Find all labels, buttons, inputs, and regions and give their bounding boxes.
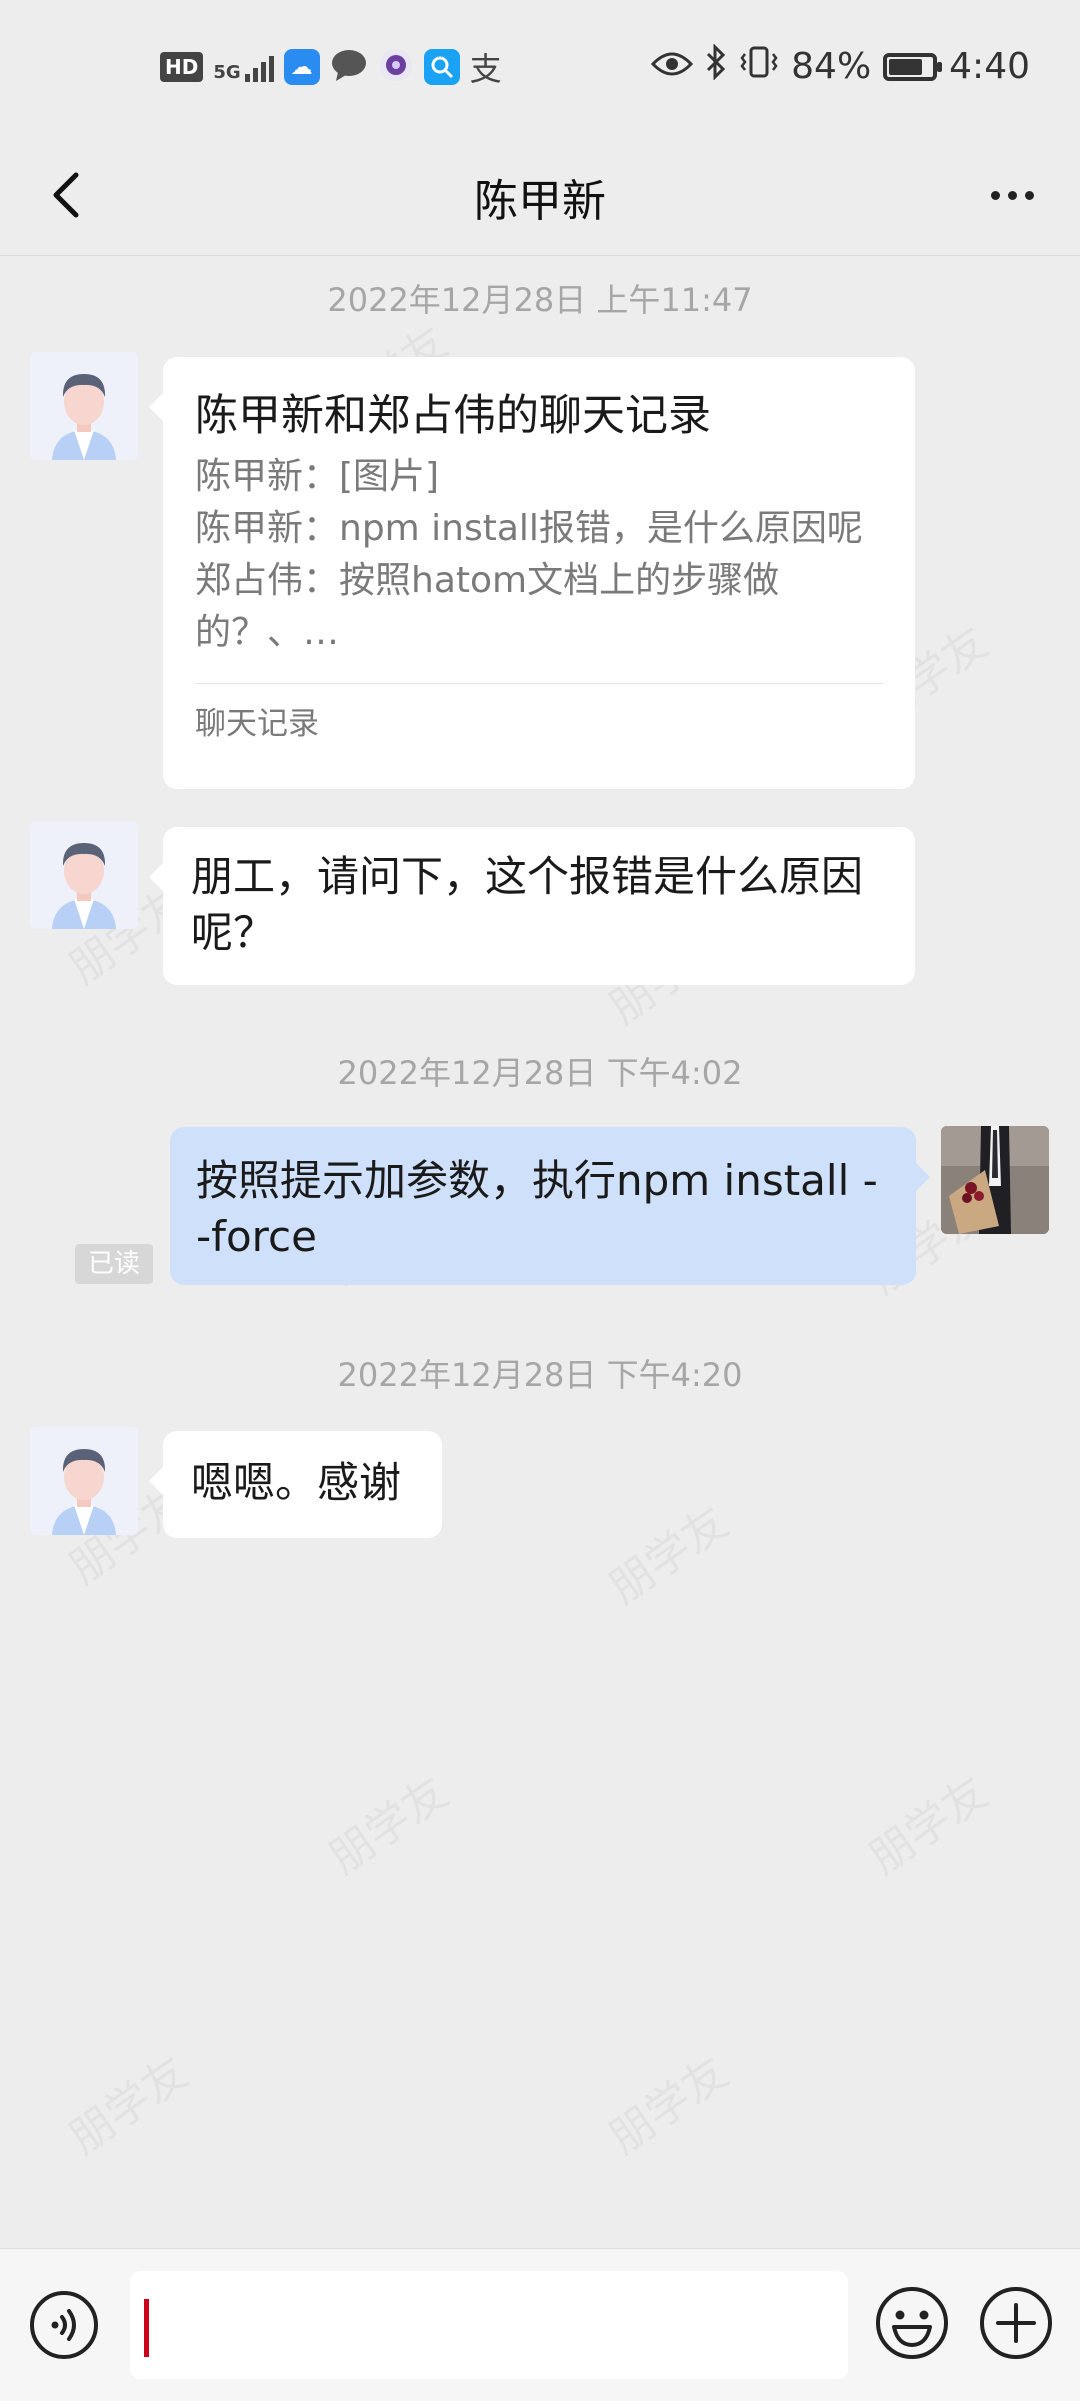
person-avatar-icon xyxy=(30,821,138,929)
battery-percent: 84% xyxy=(791,46,872,87)
bluetooth-icon xyxy=(705,43,727,89)
chat-record-title: 陈甲新和郑占伟的聊天记录 xyxy=(195,391,711,441)
message-bubble-incoming[interactable]: 朋工，请问下，这个报错是什么原因呢？ xyxy=(149,827,915,985)
chat-record-preview: 陈甲新：[图片] 陈甲新：npm install报错，是什么原因呢 郑占伟：按照… xyxy=(195,451,883,659)
more-dots-icon xyxy=(990,190,1000,200)
person-avatar-icon xyxy=(30,1427,138,1535)
message-input-bar xyxy=(0,2248,1080,2401)
my-avatar[interactable] xyxy=(941,1126,1049,1234)
card-divider xyxy=(195,683,883,684)
status-bar-right: 84% 4:40 xyxy=(651,43,1030,89)
watermark-text: 朋学友 xyxy=(594,1488,739,1616)
chat-record-card[interactable]: 陈甲新和郑占伟的聊天记录 陈甲新：[图片] 陈甲新：npm install报错，… xyxy=(149,357,915,789)
status-bar: HD 5G ☁ 支 84% 4:40 xyxy=(0,0,1080,135)
message-timestamp: 2022年12月28日 上午11:47 xyxy=(327,281,753,319)
message-timestamp: 2022年12月28日 下午4:20 xyxy=(337,1356,743,1394)
chat-record-line: 郑占伟：按照hatom文档上的步骤做 xyxy=(195,560,780,601)
alipay-icon: 支 xyxy=(469,50,502,88)
voice-input-button[interactable] xyxy=(28,2289,100,2361)
read-receipt-badge: 已读 xyxy=(75,1244,153,1284)
message-app-icon xyxy=(330,48,368,86)
vibrate-icon xyxy=(739,45,779,88)
watermark-text: 朋学友 xyxy=(314,1758,459,1886)
message-text: 嗯嗯。感谢 xyxy=(191,1458,402,1507)
chat-record-line: 陈甲新：[图片] xyxy=(195,456,440,497)
network-type: 5G xyxy=(213,62,241,83)
status-bar-left: HD 5G ☁ 支 xyxy=(160,44,502,90)
message-bubble-outgoing[interactable]: 按照提示加参数，执行npm install --force xyxy=(170,1127,930,1285)
voice-icon xyxy=(30,2291,98,2359)
avatar[interactable] xyxy=(30,352,138,460)
profile-photo-icon xyxy=(941,1126,1049,1234)
chat-record-label: 聊天记录 xyxy=(195,706,319,742)
hd-icon: HD xyxy=(160,52,204,82)
emoji-icon xyxy=(876,2287,948,2359)
watermark-text: 朋学友 xyxy=(54,2038,199,2166)
message-input[interactable] xyxy=(130,2271,848,2379)
message-text: 朋工，请问下，这个报错是什么原因呢？ xyxy=(191,852,864,957)
watermark-text: 朋学友 xyxy=(594,2038,739,2166)
avatar[interactable] xyxy=(30,1427,138,1535)
weather-app-icon: ☁ xyxy=(283,49,320,85)
chat-record-line: 陈甲新：npm install报错，是什么原因呢 xyxy=(195,508,863,549)
avatar[interactable] xyxy=(30,821,138,929)
watermark-text: 朋学友 xyxy=(854,1758,999,1886)
chat-record-line: 的？、… xyxy=(195,612,340,653)
signal-icon: 5G xyxy=(213,52,274,83)
eye-comfort-icon xyxy=(651,46,694,87)
chat-header: 陈甲新 xyxy=(0,135,1080,256)
more-actions-button[interactable] xyxy=(978,2285,1054,2361)
message-timestamp: 2022年12月28日 下午4:02 xyxy=(337,1054,743,1092)
plus-icon xyxy=(980,2287,1052,2359)
battery-icon xyxy=(883,52,943,81)
more-options-button[interactable] xyxy=(982,165,1042,225)
search-app-icon xyxy=(423,49,460,85)
page-title: 陈甲新 xyxy=(474,176,606,227)
emoji-button[interactable] xyxy=(874,2285,950,2361)
message-text: 按照提示加参数，执行npm install --force xyxy=(196,1156,878,1261)
camera-app-icon xyxy=(378,47,414,87)
person-avatar-icon xyxy=(30,352,138,460)
message-bubble-incoming[interactable]: 嗯嗯。感谢 xyxy=(149,1431,442,1538)
clock: 4:40 xyxy=(949,46,1030,87)
text-cursor xyxy=(144,2299,149,2357)
